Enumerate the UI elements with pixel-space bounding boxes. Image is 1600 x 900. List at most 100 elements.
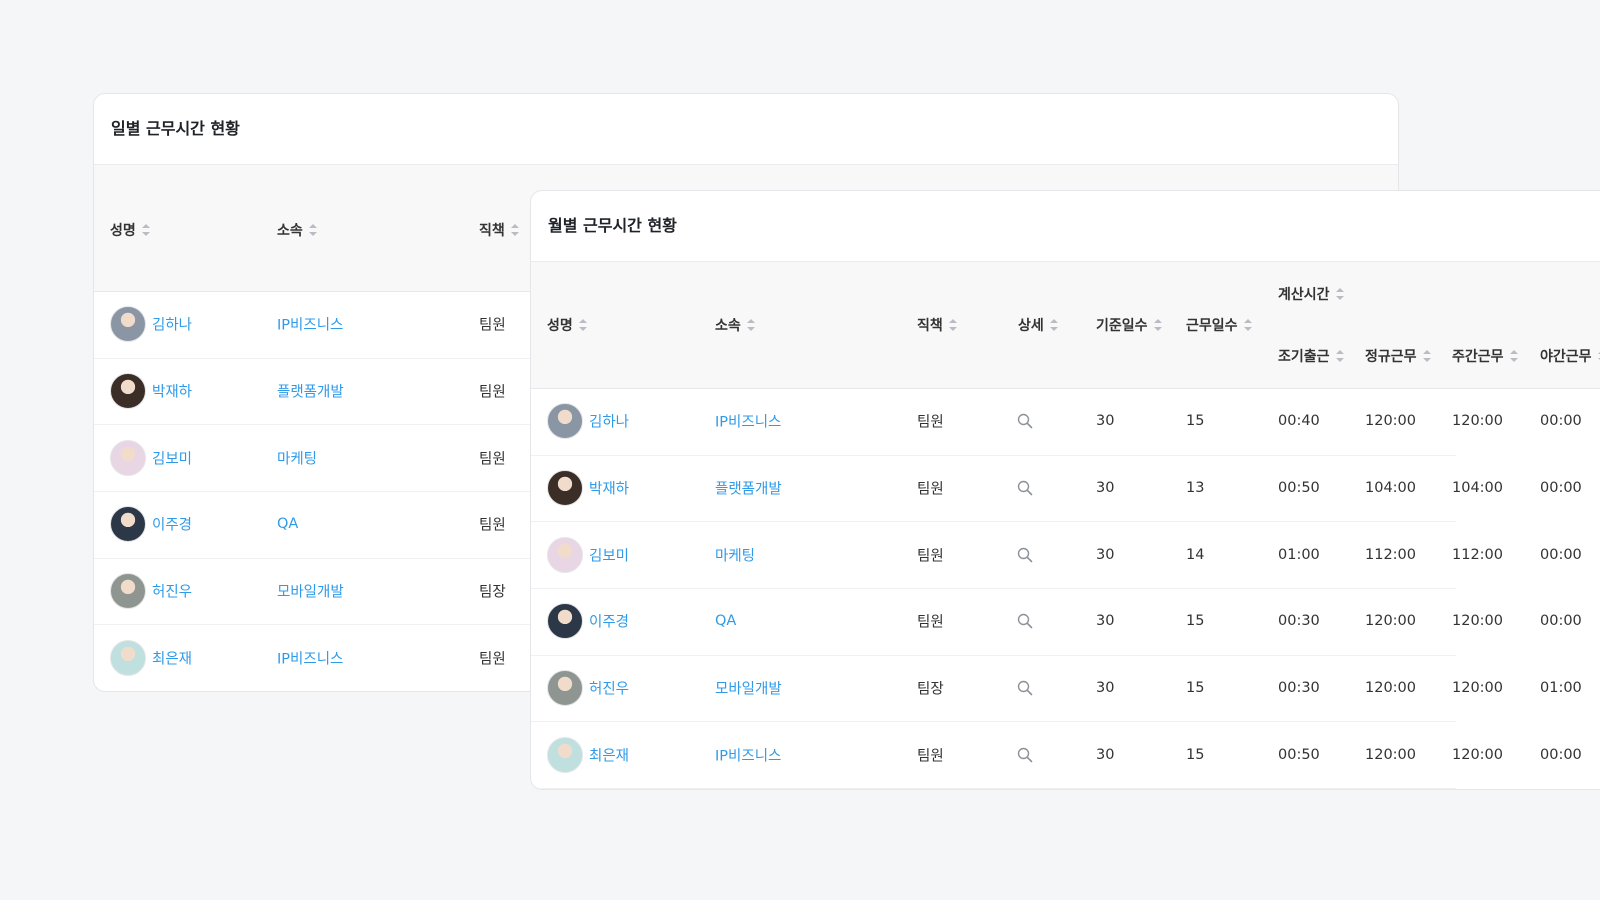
monthly-col-dept[interactable]: 소속 — [715, 315, 755, 335]
daily-col-name-label: 성명 — [110, 223, 136, 239]
sort-icon[interactable] — [746, 319, 755, 331]
sort-icon[interactable] — [948, 319, 957, 331]
table-row[interactable]: 김보미 마케팅 팀원 30 14 01:00 112:00 112:00 00:00 — [531, 521, 1582, 590]
table-row[interactable]: 최은재 IP비즈니스 팀원 30 15 00:50 120:00 120:00 00:00 — [531, 722, 1582, 789]
early-arrival-cell: 00:30 — [1278, 680, 1320, 697]
regular-work-cell: 112:00 — [1365, 546, 1417, 563]
daily-col-position[interactable]: 직책 — [479, 220, 519, 240]
monthly-col-base-days[interactable]: 기준일수 — [1096, 315, 1162, 335]
sort-icon[interactable] — [578, 319, 587, 331]
employee-name-link[interactable]: 김보미 — [589, 544, 629, 565]
table-row[interactable]: 박재하 플랫폼개발 팀원 30 13 00:50 104:00 104:00 00:00 — [531, 455, 1582, 523]
employee-name-link[interactable]: 최은재 — [589, 744, 629, 765]
employee-name-link[interactable]: 박재하 — [589, 478, 629, 499]
employee-name-link[interactable]: 허진우 — [152, 581, 192, 602]
department-link[interactable]: 마케팅 — [277, 447, 317, 468]
position-cell: 팀원 — [917, 748, 944, 765]
department-link[interactable]: QA — [277, 516, 298, 532]
department-link[interactable]: IP비즈니스 — [277, 647, 343, 668]
search-icon[interactable] — [1017, 747, 1033, 763]
employee-name-link[interactable]: 김하나 — [589, 411, 629, 432]
employee-name-link[interactable]: 박재하 — [152, 381, 192, 402]
monthly-col-name[interactable]: 성명 — [547, 315, 587, 335]
regular-work-cell: 120:00 — [1365, 413, 1417, 430]
monthly-col-group-calc-label: 계산시간 — [1278, 287, 1330, 303]
avatar — [547, 736, 583, 773]
monthly-col-early[interactable]: 조기출근 — [1278, 346, 1344, 366]
base-days-cell: 30 — [1096, 613, 1115, 630]
employee-name-link[interactable]: 허진우 — [589, 678, 629, 699]
position-cell: 팀장 — [917, 681, 944, 698]
monthly-col-detail[interactable]: 상세 — [1018, 315, 1058, 335]
department-link[interactable]: 마케팅 — [715, 544, 755, 565]
daily-col-dept-label: 소속 — [277, 223, 303, 239]
search-icon[interactable] — [1017, 680, 1033, 696]
employee-name-link[interactable]: 이주경 — [589, 611, 629, 632]
base-days-cell: 30 — [1096, 480, 1115, 497]
monthly-col-daytime[interactable]: 주간근무 — [1452, 346, 1518, 366]
early-arrival-cell: 01:00 — [1278, 546, 1320, 563]
sort-icon[interactable] — [308, 224, 317, 236]
monthly-card-title: 월별 근무시간 현황 — [531, 191, 1600, 262]
search-icon[interactable] — [1017, 613, 1033, 629]
sort-icon[interactable] — [1049, 319, 1058, 331]
early-arrival-cell: 00:50 — [1278, 746, 1320, 763]
avatar — [110, 439, 146, 476]
daytime-work-cell: 104:00 — [1452, 480, 1504, 497]
department-link[interactable]: 모바일개발 — [277, 581, 344, 602]
monthly-col-night[interactable]: 야간근무 — [1540, 346, 1600, 366]
table-row[interactable]: 김하나 IP비즈니스 팀원 30 15 00:40 120:00 120:00 00:00 — [531, 388, 1582, 456]
department-link[interactable]: IP비즈니스 — [277, 314, 343, 335]
monthly-col-position-label: 직책 — [917, 318, 943, 334]
department-link[interactable]: 플랫폼개발 — [715, 478, 782, 499]
employee-name-link[interactable]: 김하나 — [152, 314, 192, 335]
department-link[interactable]: IP비즈니스 — [715, 411, 781, 432]
avatar — [110, 506, 146, 543]
employee-name-link[interactable]: 최은재 — [152, 647, 192, 668]
department-link[interactable]: QA — [715, 613, 736, 629]
sort-icon[interactable] — [141, 224, 150, 236]
monthly-col-group-calc[interactable]: 계산시간 — [1278, 284, 1344, 304]
monthly-col-night-label: 야간근무 — [1540, 349, 1592, 365]
department-link[interactable]: IP비즈니스 — [715, 744, 781, 765]
avatar — [547, 670, 583, 707]
sort-icon[interactable] — [1422, 350, 1431, 362]
sort-icon[interactable] — [510, 224, 519, 236]
monthly-col-position[interactable]: 직책 — [917, 315, 957, 335]
position-cell: 팀원 — [917, 414, 944, 431]
regular-work-cell: 120:00 — [1365, 680, 1417, 697]
department-link[interactable]: 플랫폼개발 — [277, 381, 344, 402]
daily-col-position-label: 직책 — [479, 223, 505, 239]
work-days-cell: 13 — [1186, 480, 1205, 497]
early-arrival-cell: 00:30 — [1278, 613, 1320, 630]
monthly-col-regular[interactable]: 정규근무 — [1365, 346, 1431, 366]
monthly-col-dept-label: 소속 — [715, 318, 741, 334]
sort-icon[interactable] — [1243, 319, 1252, 331]
employee-name-link[interactable]: 김보미 — [152, 447, 192, 468]
sort-icon[interactable] — [1335, 350, 1344, 362]
search-icon[interactable] — [1017, 413, 1033, 429]
search-icon[interactable] — [1017, 480, 1033, 496]
employee-name-link[interactable]: 이주경 — [152, 514, 192, 535]
search-icon[interactable] — [1017, 547, 1033, 563]
position-cell: 팀원 — [479, 517, 506, 534]
monthly-col-regular-label: 정규근무 — [1365, 349, 1417, 365]
daily-col-name[interactable]: 성명 — [110, 220, 150, 240]
daytime-work-cell: 120:00 — [1452, 413, 1504, 430]
table-row[interactable]: 이주경 QA 팀원 30 15 00:30 120:00 120:00 00:00 — [531, 588, 1582, 656]
sort-icon[interactable] — [1509, 350, 1518, 362]
sort-icon[interactable] — [1335, 288, 1344, 300]
monthly-col-work-days[interactable]: 근무일수 — [1186, 315, 1252, 335]
table-row[interactable]: 허진우 모바일개발 팀장 30 15 00:30 120:00 120:00 01:00 — [531, 655, 1582, 723]
daily-col-dept[interactable]: 소속 — [277, 220, 317, 240]
work-days-cell: 15 — [1186, 613, 1205, 630]
avatar — [110, 639, 146, 676]
base-days-cell: 30 — [1096, 746, 1115, 763]
avatar — [547, 603, 583, 640]
position-cell: 팀원 — [917, 481, 944, 498]
sort-icon[interactable] — [1153, 319, 1162, 331]
department-link[interactable]: 모바일개발 — [715, 678, 782, 699]
daytime-work-cell: 120:00 — [1452, 613, 1504, 630]
monthly-col-base-days-label: 기준일수 — [1096, 318, 1148, 334]
position-cell: 팀원 — [479, 384, 506, 401]
